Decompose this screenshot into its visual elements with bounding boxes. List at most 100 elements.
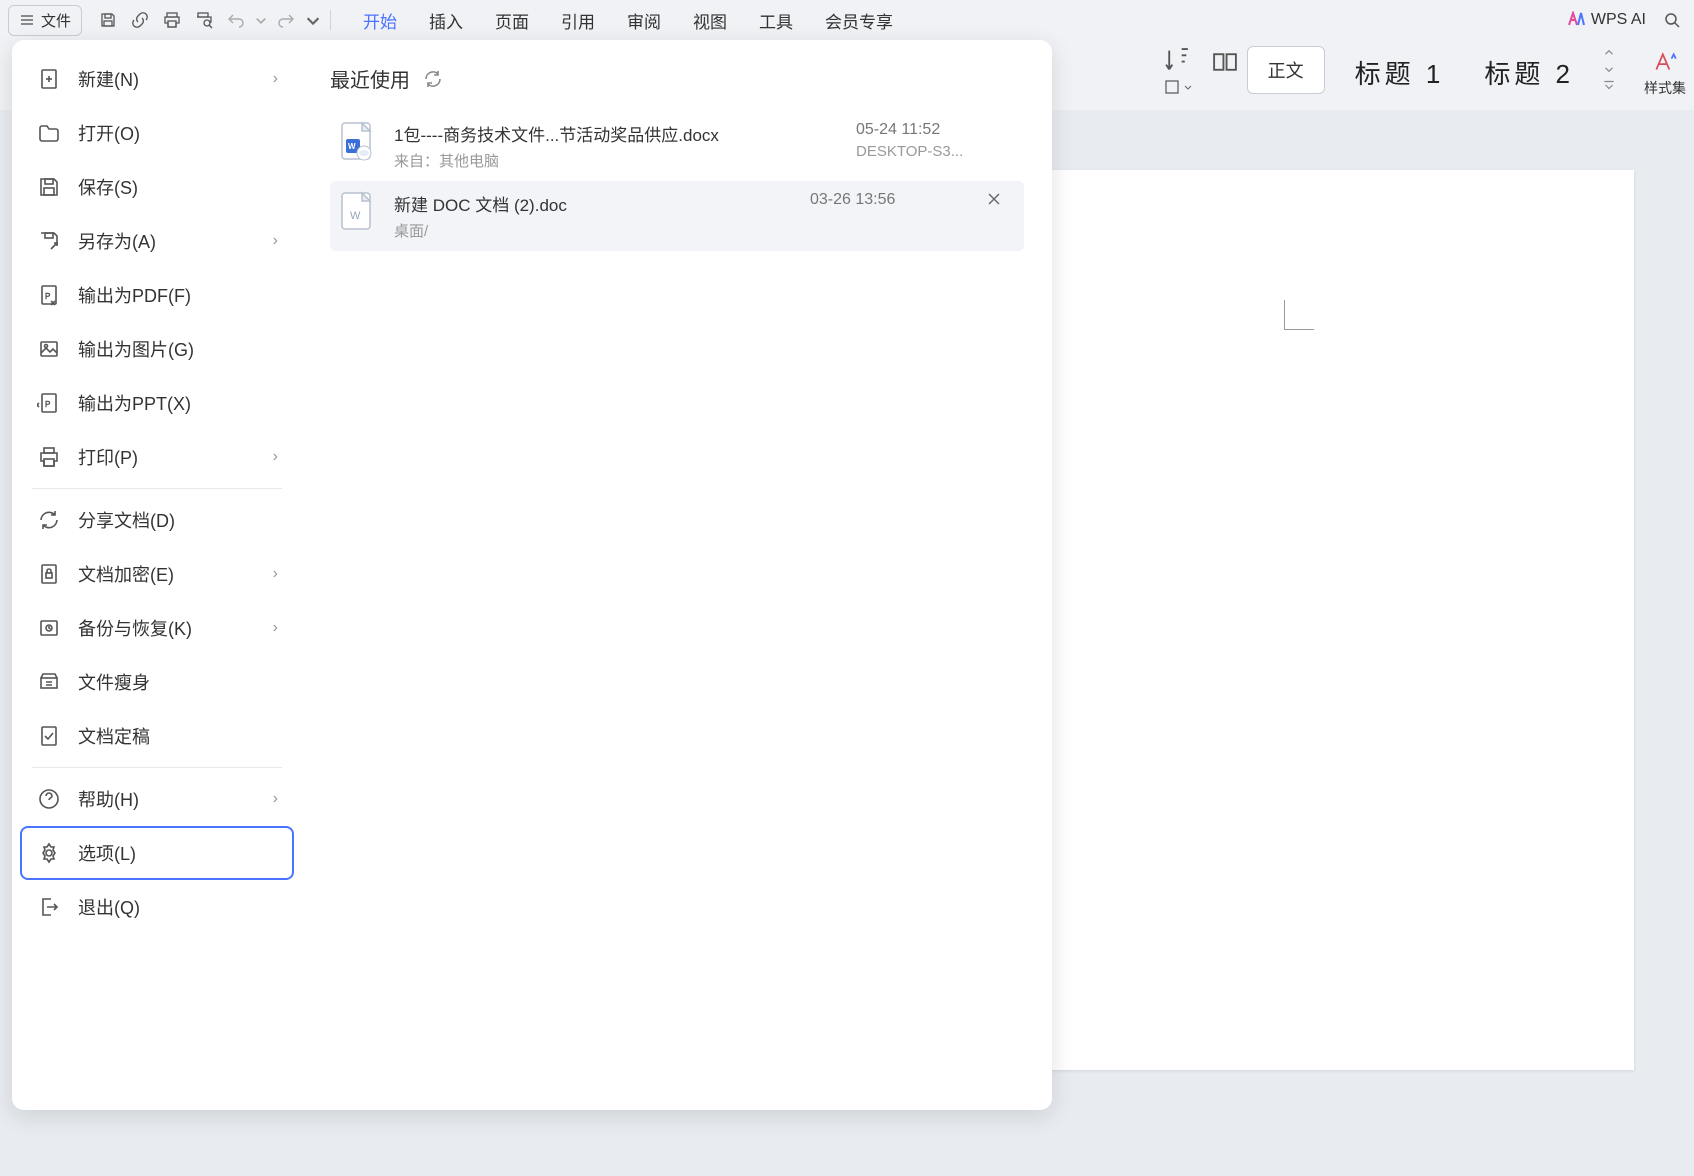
tab-reference[interactable]: 引用 <box>545 0 611 41</box>
chevron-right-icon: › <box>273 619 278 637</box>
menu-print-label: 打印(P) <box>78 444 138 470</box>
chevron-right-icon: › <box>273 448 278 466</box>
menu-finalize-label: 文档定稿 <box>78 723 150 749</box>
style-heading2[interactable]: 标题 2 <box>1468 46 1590 99</box>
divider <box>32 488 282 489</box>
menu-slim[interactable]: 文件瘦身 <box>20 655 294 709</box>
recent-file-item[interactable]: W 1包----商务技术文件...节活动奖品供应.docx 来自：其他电脑 05… <box>330 111 1024 181</box>
menu-backup-label: 备份与恢复(K) <box>78 615 192 641</box>
chevron-right-icon: › <box>273 565 278 583</box>
hamburger-icon <box>19 12 35 28</box>
menu-backup[interactable]: 备份与恢复(K) › <box>20 601 294 655</box>
search-button[interactable] <box>1658 6 1686 34</box>
close-icon <box>986 191 1002 207</box>
sort-icon <box>1163 46 1191 74</box>
menu-export-pdf-label: 输出为PDF(F) <box>78 282 191 308</box>
menu-share-label: 分享文档(D) <box>78 507 175 533</box>
menu-export-pdf[interactable]: P 输出为PDF(F) <box>20 268 294 322</box>
menu-options[interactable]: 选项(L) <box>20 826 294 880</box>
new-icon <box>37 67 61 91</box>
menu-save-as-label: 另存为(A) <box>78 228 156 254</box>
print-preview-button[interactable] <box>190 6 218 34</box>
svg-text:P: P <box>45 400 50 409</box>
style-more-icon[interactable] <box>1602 78 1616 92</box>
recent-file-item[interactable]: W 新建 DOC 文档 (2).doc 桌面/ 03-26 13:56 <box>330 181 1024 251</box>
menu-export-ppt[interactable]: P 输出为PPT(X) <box>20 376 294 430</box>
menu-print[interactable]: 打印(P) › <box>20 430 294 484</box>
search-icon <box>1663 11 1681 29</box>
menu-finalize[interactable]: 文档定稿 <box>20 709 294 763</box>
style-down-icon[interactable] <box>1602 62 1616 76</box>
recent-file-location: 来自：其他电脑 <box>394 150 840 171</box>
svg-text:W: W <box>348 142 356 151</box>
menu-save[interactable]: 保存(S) <box>20 160 294 214</box>
recent-title: 最近使用 <box>330 64 410 93</box>
menu-exit[interactable]: 退出(Q) <box>20 880 294 934</box>
border-dropdown[interactable] <box>1163 78 1193 96</box>
recent-file-name: 1包----商务技术文件...节活动奖品供应.docx <box>394 121 840 146</box>
menu-open-label: 打开(O) <box>78 120 140 146</box>
menu-encrypt-label: 文档加密(E) <box>78 561 174 587</box>
refresh-icon[interactable] <box>422 68 444 90</box>
sync-button[interactable] <box>126 6 154 34</box>
page-corner-mark <box>1284 300 1314 330</box>
menu-save-as[interactable]: 另存为(A) › <box>20 214 294 268</box>
menu-export-img-label: 输出为图片(G) <box>78 336 194 362</box>
style-normal[interactable]: 正文 <box>1247 46 1325 94</box>
exit-icon <box>37 895 61 919</box>
menu-share[interactable]: 分享文档(D) <box>20 493 294 547</box>
menu-options-label: 选项(L) <box>78 840 136 866</box>
tab-member[interactable]: 会员专享 <box>809 0 909 41</box>
print-icon <box>37 445 61 469</box>
image-icon <box>37 337 61 361</box>
tab-start[interactable]: 开始 <box>347 0 413 41</box>
expand-tool[interactable] <box>1211 48 1239 76</box>
style-set-button[interactable]: 样式集 <box>1636 46 1694 102</box>
recent-file-date: 03-26 13:56 <box>810 191 970 209</box>
remove-recent-button[interactable] <box>986 191 1016 212</box>
more-dropdown[interactable] <box>304 6 322 34</box>
save-button[interactable] <box>94 6 122 34</box>
chevron-right-icon: › <box>273 790 278 808</box>
sort-tool[interactable] <box>1163 46 1191 74</box>
recent-file-date: 05-24 11:52 <box>856 121 1016 139</box>
redo-button[interactable] <box>272 6 300 34</box>
print-button[interactable] <box>158 6 186 34</box>
recent-file-location: 桌面/ <box>394 220 794 241</box>
chevron-down-icon <box>304 11 322 29</box>
tab-insert[interactable]: 插入 <box>413 0 479 41</box>
undo-button[interactable] <box>222 6 250 34</box>
menu-export-img[interactable]: 输出为图片(G) <box>20 322 294 376</box>
open-icon <box>37 121 61 145</box>
menu-new[interactable]: 新建(N) › <box>20 52 294 106</box>
menu-new-label: 新建(N) <box>78 66 139 92</box>
undo-dropdown[interactable] <box>254 6 268 34</box>
recent-file-device: DESKTOP-S3... <box>856 143 1016 160</box>
ppt-icon: P <box>37 391 61 415</box>
backup-icon <box>37 616 61 640</box>
save-icon <box>99 11 117 29</box>
wps-ai-button[interactable]: WPS AI <box>1567 11 1646 29</box>
menu-open[interactable]: 打开(O) <box>20 106 294 160</box>
encrypt-icon <box>37 562 61 586</box>
border-icon <box>1163 78 1181 96</box>
file-menu-button[interactable]: 文件 <box>8 5 82 36</box>
separator <box>330 10 331 30</box>
share-icon <box>37 508 61 532</box>
tab-review[interactable]: 审阅 <box>611 0 677 41</box>
menu-help[interactable]: 帮助(H) › <box>20 772 294 826</box>
tab-view[interactable]: 视图 <box>677 0 743 41</box>
ai-logo-icon <box>1567 11 1585 29</box>
style-heading1[interactable]: 标题 1 <box>1339 46 1461 99</box>
menu-save-label: 保存(S) <box>78 174 138 200</box>
menu-exit-label: 退出(Q) <box>78 894 140 920</box>
undo-icon <box>227 11 245 29</box>
file-button-label: 文件 <box>41 10 71 31</box>
style-up-icon[interactable] <box>1602 46 1616 60</box>
menu-encrypt[interactable]: 文档加密(E) › <box>20 547 294 601</box>
tab-tools[interactable]: 工具 <box>743 0 809 41</box>
tab-page[interactable]: 页面 <box>479 0 545 41</box>
expand-icon <box>1211 48 1239 76</box>
print-icon <box>163 11 181 29</box>
link-icon <box>131 11 149 29</box>
